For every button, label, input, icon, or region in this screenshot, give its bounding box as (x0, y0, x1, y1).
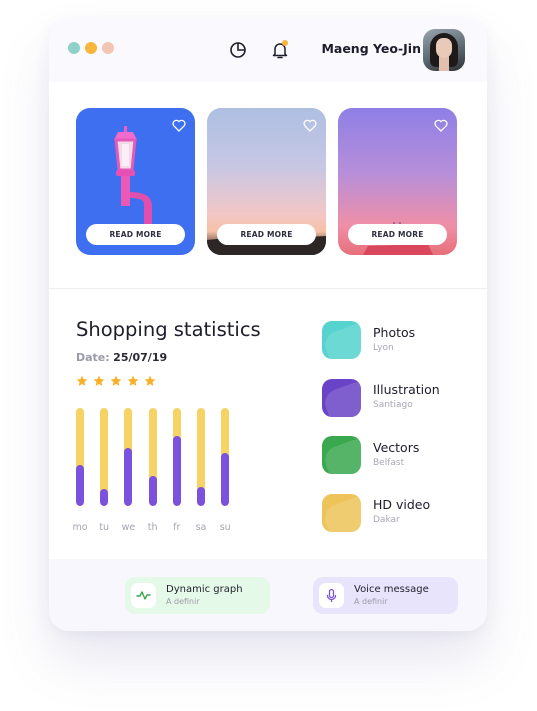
bar-fill-mo (76, 465, 84, 506)
section-divider (49, 288, 487, 289)
category-subtitle-hd-video: Dakar (373, 515, 400, 525)
category-title-hd-video[interactable]: HD video (373, 497, 430, 512)
dynamic-graph-subtitle: A definir (166, 597, 200, 606)
day-label-mo: mo (72, 522, 88, 533)
bar-track-th[interactable] (148, 408, 157, 506)
bar-track-su[interactable] (221, 408, 230, 506)
day-label-sa: sa (195, 522, 207, 533)
bar-fill-fr (172, 436, 181, 506)
voice-message-title: Voice message (354, 584, 429, 595)
gallery-card-sunset[interactable]: READ MORE (207, 108, 326, 255)
rating-stars (76, 372, 161, 386)
category-title-illustration[interactable]: Illustration (373, 382, 440, 397)
star-icon (144, 375, 156, 386)
dynamic-graph-button[interactable]: Dynamic graph A definir (125, 577, 270, 614)
illustration-icon[interactable] (322, 379, 361, 417)
read-more-button[interactable]: READ MORE (217, 224, 316, 245)
bar-track-mo[interactable] (76, 408, 84, 506)
hd-video-icon[interactable] (322, 494, 361, 532)
day-label-we: we (121, 522, 136, 533)
top-bar: Maeng Yeo-Jin (49, 18, 487, 82)
category-subtitle-photos: Lyon (373, 343, 394, 353)
date-value: 25/07/19 (113, 351, 168, 364)
dynamic-graph-title: Dynamic graph (166, 584, 243, 595)
bar-track-we[interactable] (124, 408, 133, 506)
category-title-photos[interactable]: Photos (373, 325, 415, 340)
heart-icon[interactable] (172, 119, 186, 132)
photos-icon[interactable] (322, 321, 361, 359)
read-more-button[interactable]: READ MORE (86, 224, 185, 245)
day-label-tu: tu (99, 522, 110, 533)
date-label: Date: (76, 351, 110, 364)
bar-fill-tu (100, 489, 109, 506)
star-icon (76, 375, 88, 386)
read-more-button[interactable]: READ MORE (348, 224, 447, 245)
bar-fill-we (124, 448, 133, 506)
heart-icon[interactable] (303, 119, 317, 132)
voice-message-subtitle: A definir (354, 597, 388, 606)
star-icon (93, 375, 105, 386)
footer-bar: Dynamic graph A definir Voice message A … (49, 559, 487, 631)
activity-icon (131, 583, 156, 608)
gallery-card-sky[interactable]: READ MORE (338, 108, 457, 255)
bar-fill-th (148, 476, 157, 506)
dashboard-card: Maeng Yeo-Jin READ MORE READ MORE READ M… (49, 18, 487, 631)
vectors-icon[interactable] (322, 436, 361, 474)
bar-track-tu[interactable] (100, 408, 109, 506)
avatar[interactable] (423, 29, 465, 71)
star-icon (110, 375, 122, 386)
stats-title: Shopping statistics (76, 318, 261, 341)
voice-message-button[interactable]: Voice message A definir (313, 577, 458, 614)
icon-shade (322, 379, 361, 417)
category-subtitle-illustration: Santiago (373, 400, 413, 410)
date-row: Date: 25/07/19 (76, 351, 167, 364)
category-subtitle-vectors: Belfast (373, 458, 405, 468)
icon-shade (322, 494, 361, 532)
day-label-su: su (219, 522, 231, 533)
star-icon (127, 375, 139, 386)
bar-fill-su (221, 453, 230, 506)
window-maximize-dot[interactable] (102, 42, 114, 54)
pie-chart-icon[interactable] (228, 40, 248, 60)
bar-track-fr[interactable] (172, 408, 181, 506)
microphone-icon (319, 583, 344, 608)
category-title-vectors[interactable]: Vectors (373, 440, 419, 455)
avatar-face (436, 38, 452, 58)
window-minimize-dot[interactable] (85, 42, 97, 54)
user-name[interactable]: Maeng Yeo-Jin (317, 41, 421, 56)
day-label-fr: fr (173, 522, 181, 533)
gallery-card-lamp[interactable]: READ MORE (76, 108, 195, 255)
icon-shade (322, 436, 361, 474)
street-lamp-image (114, 126, 152, 226)
window-close-dot[interactable] (68, 42, 80, 54)
bar-track-sa[interactable] (197, 408, 205, 506)
icon-shade (322, 321, 361, 359)
heart-icon[interactable] (434, 119, 448, 132)
notification-badge (282, 40, 288, 46)
day-label-th: th (147, 522, 158, 533)
bar-fill-sa (197, 487, 205, 506)
